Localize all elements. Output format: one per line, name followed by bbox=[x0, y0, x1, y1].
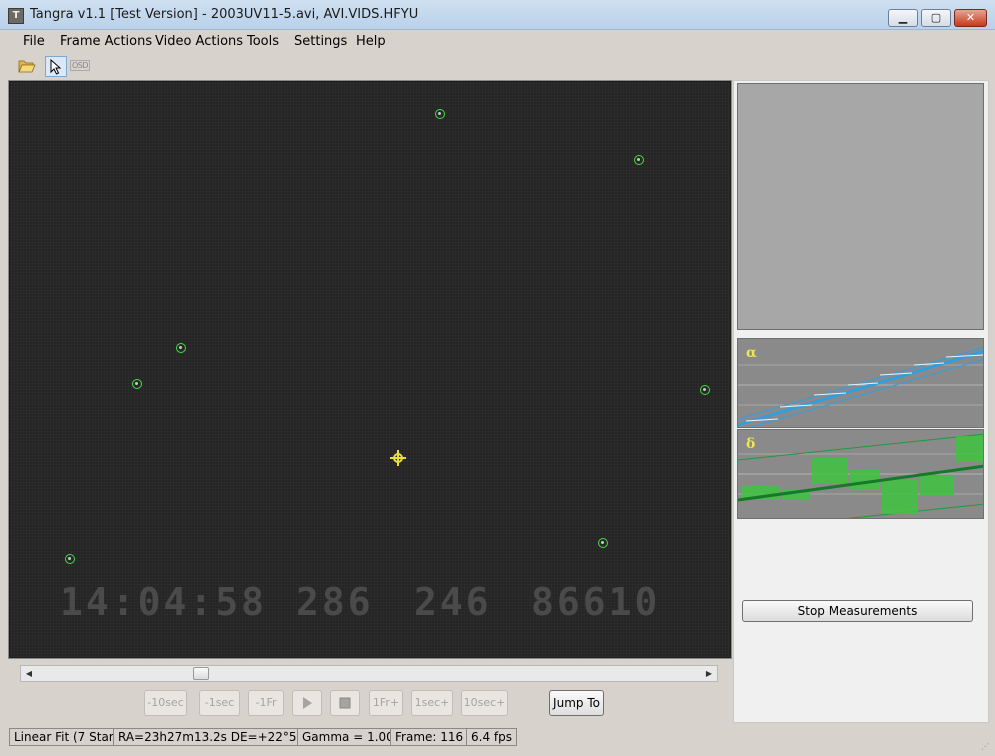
back-1frame-button[interactable]: -1Fr bbox=[248, 690, 284, 716]
stop-measurements-button[interactable]: Stop Measurements bbox=[742, 600, 973, 622]
star-marker[interactable] bbox=[598, 538, 608, 548]
osd-label: OSD bbox=[69, 60, 91, 71]
delta-chart: δ bbox=[737, 429, 984, 519]
stop-button[interactable] bbox=[330, 690, 360, 716]
maximize-button[interactable]: ▢ bbox=[921, 9, 951, 27]
star-marker[interactable] bbox=[700, 385, 710, 395]
menu-settings[interactable]: Settings bbox=[294, 34, 347, 49]
resize-grip-icon[interactable]: ⋰ bbox=[981, 742, 991, 752]
osd-tool-button[interactable]: OSD bbox=[69, 56, 91, 77]
jump-to-button[interactable]: Jump To bbox=[549, 690, 604, 716]
osd-field-1: 286 bbox=[296, 580, 374, 624]
star-marker[interactable] bbox=[176, 343, 186, 353]
status-fit: Linear Fit (7 Stars) bbox=[9, 728, 130, 746]
back-1sec-button[interactable]: -1sec bbox=[199, 690, 240, 716]
back-10sec-button[interactable]: -10sec bbox=[144, 690, 187, 716]
minimize-button[interactable]: ▁ bbox=[888, 9, 918, 27]
alpha-chart: α bbox=[737, 338, 984, 428]
menu-help[interactable]: Help bbox=[356, 34, 386, 49]
stop-icon bbox=[339, 697, 351, 709]
folder-open-icon bbox=[18, 60, 36, 73]
frame-scrollbar[interactable]: ◀ ▶ bbox=[20, 665, 718, 682]
star-marker[interactable] bbox=[65, 554, 75, 564]
menu-video-actions[interactable]: Video Actions bbox=[155, 34, 243, 49]
scroll-right-arrow-icon[interactable]: ▶ bbox=[701, 666, 717, 681]
window-title: Tangra v1.1 [Test Version] - 2003UV11-5.… bbox=[30, 7, 419, 22]
open-file-button[interactable] bbox=[16, 56, 38, 77]
toolbar bbox=[0, 53, 995, 79]
app-icon: T bbox=[8, 8, 24, 24]
play-icon bbox=[303, 697, 312, 709]
scroll-thumb[interactable] bbox=[192, 667, 209, 680]
menu-file[interactable]: File bbox=[23, 34, 45, 49]
target-preview bbox=[737, 83, 984, 330]
pointer-icon bbox=[50, 58, 62, 75]
menu-tools[interactable]: Tools bbox=[247, 34, 279, 49]
osd-timestamp: 14:04:58 bbox=[60, 580, 268, 624]
forward-10sec-button[interactable]: 10sec+ bbox=[461, 690, 508, 716]
osd-field-2: 246 bbox=[414, 580, 492, 624]
close-button[interactable]: ✕ bbox=[954, 9, 987, 27]
status-frame: Frame: 116 bbox=[390, 728, 469, 746]
star-marker[interactable] bbox=[634, 155, 644, 165]
pointer-tool-button[interactable] bbox=[45, 56, 67, 77]
play-button[interactable] bbox=[292, 690, 322, 716]
menu-frame-actions[interactable]: Frame Actions bbox=[60, 34, 152, 49]
status-fps: 6.4 fps bbox=[466, 728, 517, 746]
osd-field-3: 86610 bbox=[531, 580, 661, 624]
star-marker[interactable] bbox=[132, 379, 142, 389]
star-marker[interactable] bbox=[435, 109, 445, 119]
forward-1sec-button[interactable]: 1sec+ bbox=[411, 690, 453, 716]
video-display[interactable]: 14:04:58 286 246 86610 bbox=[10, 82, 730, 657]
status-gamma: Gamma = 1.00 bbox=[297, 728, 399, 746]
scroll-left-arrow-icon[interactable]: ◀ bbox=[21, 666, 37, 681]
forward-1frame-button[interactable]: 1Fr+ bbox=[369, 690, 403, 716]
target-crosshair-icon[interactable] bbox=[390, 450, 406, 466]
